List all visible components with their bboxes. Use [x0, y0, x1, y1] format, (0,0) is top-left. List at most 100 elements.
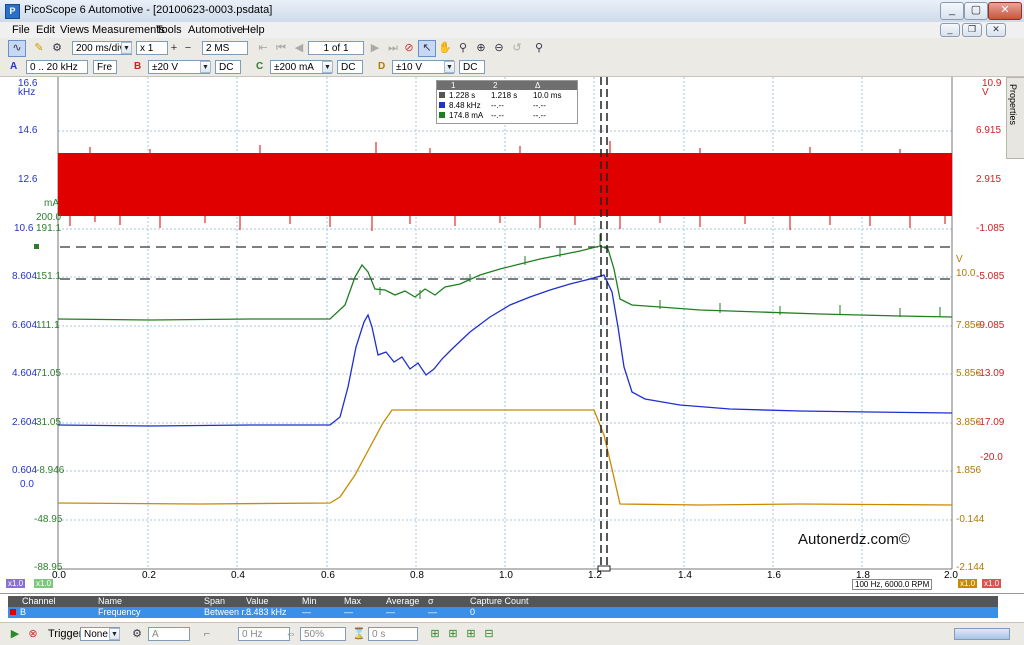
prev-page-icon[interactable]: ⏮: [272, 40, 290, 57]
measurements-header: Channel Name Span Value Min Max Average …: [8, 596, 998, 607]
ruler-value: --.--: [533, 111, 546, 120]
menu-edit[interactable]: Edit: [36, 24, 55, 36]
start-icon[interactable]: ▶: [6, 626, 24, 643]
green-axis-label: -48.95: [34, 514, 63, 525]
maximize-button[interactable]: ▢: [964, 2, 988, 20]
chevron-down-icon[interactable]: ▼: [444, 61, 455, 73]
channel-c-coupling[interactable]: DC: [337, 60, 363, 74]
left-axis-label: 4.604: [12, 368, 38, 379]
doc-close-button[interactable]: ✕: [986, 23, 1006, 37]
properties-tab[interactable]: Properties: [1006, 77, 1024, 159]
col-channel: Channel: [22, 596, 56, 606]
ruler-col-2: 2: [493, 81, 498, 90]
title-bar: P PicoScope 6 Automotive - [20100623-000…: [0, 0, 1024, 23]
zoom-down-icon[interactable]: −: [182, 40, 194, 57]
samples-select[interactable]: 2 MS: [202, 41, 248, 55]
menu-file[interactable]: File: [12, 24, 30, 36]
pretrigger-icon[interactable]: ⇔: [282, 626, 300, 643]
cell-value: 8.483 kHz: [246, 607, 287, 617]
preset-icon[interactable]: ⚙: [48, 40, 66, 57]
x-tick: 0.8: [410, 570, 424, 581]
chevron-down-icon[interactable]: ▼: [109, 628, 120, 640]
doc-restore-button[interactable]: ❐: [962, 23, 982, 37]
zoom-icon[interactable]: ⚲: [454, 40, 472, 57]
ruler-col-delta: Δ: [535, 81, 541, 90]
scale-badge[interactable]: x1.0: [34, 579, 54, 588]
pretrigger-input[interactable]: 50%: [300, 627, 346, 641]
left-axis-label: 0.0: [20, 479, 34, 490]
delay-icon[interactable]: ⌛: [350, 626, 368, 643]
edit-measurement-icon[interactable]: ⊞: [462, 626, 480, 643]
ruler-value: 10.0 ms: [533, 91, 562, 100]
chevron-down-icon[interactable]: ▼: [200, 61, 211, 73]
chevron-down-icon[interactable]: ▼: [322, 61, 333, 73]
scope-view[interactable]: 16.6 kHz 14.6 12.6 10.6 8.604 6.604 4.60…: [0, 77, 1024, 593]
menu-bar: File Edit Views Measurements Tools Autom…: [0, 22, 1024, 38]
rising-edge-icon[interactable]: ⌐: [198, 626, 216, 643]
channel-toolbar: A 0 .. 20 kHz Fre B ±20 V ▼ DC C ±200 mA…: [0, 58, 1024, 77]
window-title: PicoScope 6 Automotive - [20100623-0003.…: [24, 4, 273, 16]
add-measurement-icon[interactable]: ⊞: [444, 626, 462, 643]
next-icon[interactable]: ▶: [366, 40, 384, 57]
ruler-row-icon: [439, 102, 445, 108]
zoom-in-icon[interactable]: ⊕: [472, 40, 490, 57]
add-ruler-icon[interactable]: ⊞: [426, 626, 444, 643]
close-button[interactable]: ✕: [988, 2, 1022, 20]
stop-icon[interactable]: ⊗: [24, 626, 42, 643]
right-axis-label: -1.085: [976, 223, 1005, 234]
undo-zoom-icon[interactable]: ↺: [508, 40, 526, 57]
cell-min: —: [302, 607, 311, 617]
delete-measurement-icon[interactable]: ⊟: [480, 626, 498, 643]
zoom-select[interactable]: x 1: [136, 41, 168, 55]
menu-measurements[interactable]: Measurements: [92, 24, 165, 36]
menu-views[interactable]: Views: [60, 24, 89, 36]
channel-b-coupling[interactable]: DC: [215, 60, 241, 74]
scope-mode-icon[interactable]: ∿: [8, 40, 26, 57]
zoom-out-icon[interactable]: ⊖: [490, 40, 508, 57]
cell-capture-count: 0: [470, 607, 476, 617]
status-bar: ▶ ⊗ Trigger None ▼ ⚙ A ⌐ 0 Hz ⇔ 50% ⌛ 0 …: [0, 622, 1024, 645]
zoom-up-icon[interactable]: +: [168, 40, 180, 57]
pointer-icon[interactable]: ↖: [418, 40, 436, 57]
scale-badge[interactable]: x1.0: [6, 579, 26, 588]
left-axis-label: 0.604: [12, 465, 38, 476]
channel-a-coupling[interactable]: Fre: [93, 60, 117, 74]
channel-a-range[interactable]: 0 .. 20 kHz: [26, 60, 88, 74]
trigger-channel-select[interactable]: A: [148, 627, 190, 641]
col-capture-count: Capture Count: [470, 596, 529, 606]
waveform-canvas[interactable]: [0, 77, 1024, 593]
delay-input[interactable]: 0 s: [368, 627, 418, 641]
hand-icon[interactable]: ✋: [436, 40, 454, 57]
x-tick: 0.2: [142, 570, 156, 581]
right-axis-label: 6.915: [976, 125, 1002, 136]
auto-setup-icon[interactable]: ✎: [30, 40, 48, 57]
measurement-row[interactable]: B Frequency Between r... 8.483 kHz — — —…: [8, 607, 998, 618]
menu-help[interactable]: Help: [242, 24, 265, 36]
chevron-down-icon[interactable]: ▼: [121, 42, 132, 54]
doc-minimize-button[interactable]: _: [940, 23, 960, 37]
ruler-legend[interactable]: 1 2 Δ 1.228 s 1.218 s 10.0 ms 8.48 kHz -…: [436, 80, 578, 124]
zoom-fit-icon[interactable]: ⚲: [530, 40, 548, 57]
left-axis-label: 12.6: [18, 174, 38, 185]
stop-icon[interactable]: ⊘: [400, 40, 418, 57]
menu-tools[interactable]: Tools: [156, 24, 182, 36]
scale-badge[interactable]: x1.0: [958, 579, 978, 588]
cell-name: Frequency: [98, 607, 141, 617]
prev-icon[interactable]: ◀: [290, 40, 308, 57]
menu-automotive[interactable]: Automotive: [188, 24, 243, 36]
minimize-button[interactable]: _: [940, 2, 964, 20]
trigger-advanced-icon[interactable]: ⚙: [128, 626, 146, 643]
ruler-value: 1.228 s: [449, 91, 476, 100]
left-axis-label: 6.604: [12, 320, 38, 331]
ruler-value: --.--: [533, 101, 546, 110]
x-tick: 1.4: [678, 570, 692, 581]
page-indicator[interactable]: 1 of 1: [308, 41, 364, 55]
first-page-icon[interactable]: ⇤: [254, 40, 272, 57]
left-axis-unit: kHz: [18, 87, 36, 98]
right-axis-label: -20.0: [980, 452, 1003, 463]
scale-badge[interactable]: x1.0: [982, 579, 1002, 588]
channel-d-coupling[interactable]: DC: [459, 60, 485, 74]
ruler-legend-header: 1 2 Δ: [437, 81, 577, 90]
col-min: Min: [302, 596, 317, 606]
x-tick: 1.2: [588, 570, 602, 581]
